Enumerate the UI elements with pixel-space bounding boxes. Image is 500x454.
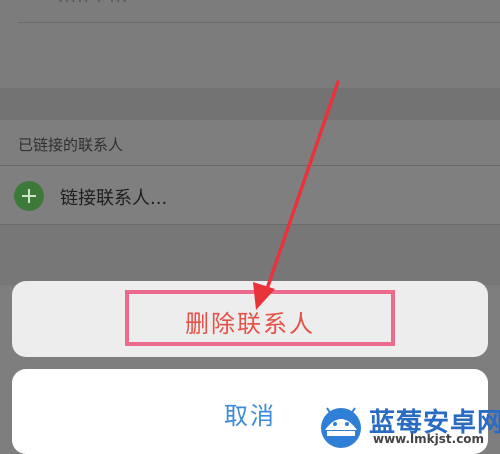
contact-field-text: ····· · ··· xyxy=(58,0,129,12)
android-logo-icon xyxy=(321,407,361,448)
divider xyxy=(18,22,500,23)
linked-contacts-header: 已链接的联系人 xyxy=(18,136,124,154)
add-icon[interactable] xyxy=(14,181,44,211)
watermark-url: www.lmkjst.com xyxy=(373,432,485,446)
section-gap xyxy=(0,88,500,120)
contact-card-dimmed: ····· · ··· xyxy=(0,0,500,88)
section-gap xyxy=(0,225,500,285)
link-contact-row[interactable]: 链接联系人... xyxy=(0,166,500,224)
link-contact-label: 链接联系人... xyxy=(60,188,168,209)
watermark: 蓝莓安卓网 www.lmkjst.com xyxy=(315,398,500,450)
annotation-highlight-box xyxy=(125,290,395,346)
